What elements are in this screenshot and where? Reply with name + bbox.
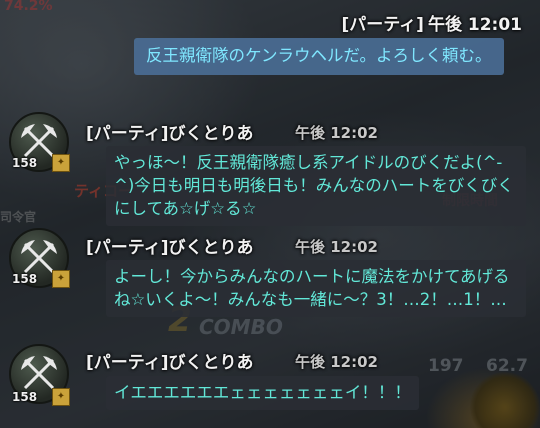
game-screen: 74.2% ティコー 司令官 制限時間 2 COMBO 197 62.7 [パー… [0, 0, 540, 428]
message-timestamp: 午後 12:02 [295, 124, 378, 142]
sender-name[interactable]: [パーティ]びくとりあ [86, 348, 254, 373]
message-bubble: よーし！今からみんなのハートに魔法をかけてあげるね☆いくよ～！みんなも一緒に～？… [106, 260, 526, 317]
own-channel: [パーティ] [341, 15, 424, 35]
message-timestamp: 午後 12:02 [295, 353, 378, 371]
player-level: 158 [12, 156, 38, 170]
own-message-header: [パーティ] 午後 12:01 [341, 10, 522, 35]
player-level: 158 [12, 390, 38, 404]
class-badge-icon: ✦ [52, 388, 70, 406]
own-timestamp: 午後 12:01 [427, 15, 522, 35]
sender-name[interactable]: [パーティ]びくとりあ [86, 233, 254, 258]
message-bubble: イエエエエエエェェェェェェェイ！！！ [106, 376, 419, 410]
class-badge-icon: ✦ [52, 154, 70, 172]
class-badge-icon: ✦ [52, 270, 70, 288]
own-message-bubble: 反王親衛隊のケンラウヘルだ。よろしく頼む。 [134, 38, 504, 75]
sender-name[interactable]: [パーティ]びくとりあ [86, 119, 254, 144]
message-timestamp: 午後 12:02 [295, 238, 378, 256]
message-bubble: やっほ～！反王親衛隊癒し系アイドルのびくだよ(^-^)今日も明日も明後日も！みん… [106, 146, 526, 226]
player-level: 158 [12, 272, 38, 286]
